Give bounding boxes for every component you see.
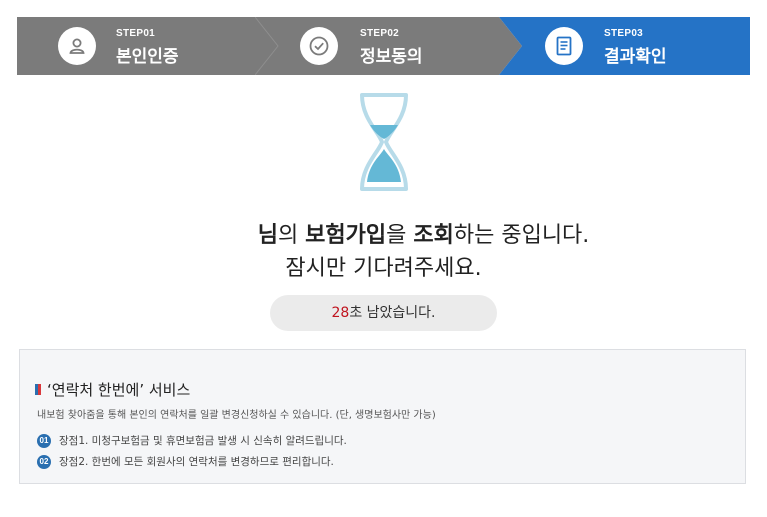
notice-item-text: 장점1. 미청구보험금 및 휴면보험금 발생 시 신속히 알려드립니다. [59,435,347,447]
timer-text: 초 남았습니다. [349,305,436,321]
document-icon [545,27,583,65]
status-keyword-2: 조회 [413,223,454,248]
user-name-suffix: 님 [257,223,278,248]
step-2-number: STEP02 [360,28,400,39]
status-message: 님의 보험가입을 조회하는 중입니다. [0,217,767,249]
step-1: STEP01 본인인증 [17,17,278,75]
hourglass-icon [360,93,408,191]
step-2-title: 정보동의 [360,47,423,67]
number-badge: 02 [37,454,51,469]
step-3-title: 결과확인 [604,47,667,67]
notice-item-text: 장점2. 한번에 모든 회원사의 연락처를 변경하므로 편리합니다. [59,456,334,468]
notice-title: ‘연락처 한번에’ 서비스 [47,381,191,399]
step-progress-bar: STEP01 본인인증 STEP02 정보동의 STEP03 결과확인 [17,17,750,75]
flag-icon [35,384,41,395]
step-3-number: STEP03 [604,28,644,39]
user-icon [58,27,96,65]
step-3: STEP03 결과확인 [499,17,750,75]
status-text-2: 을 [386,223,414,248]
step-2: STEP02 정보동의 [255,17,522,75]
status-text-1: 의 [277,223,306,248]
step-1-title: 본인인증 [116,47,179,67]
service-notice-box: ‘연락처 한번에’ 서비스 내보험 찾아줌을 통해 본인의 연락처를 일괄 변경… [19,349,746,484]
check-circle-icon [300,27,338,65]
countdown-timer: 28초 남았습니다. [270,295,497,331]
status-keyword-1: 보험가입 [305,223,387,248]
notice-item: 02 장점2. 한번에 모든 회원사의 연락처를 변경하므로 편리합니다. [37,454,334,469]
number-badge: 01 [37,433,51,448]
notice-item: 01 장점1. 미청구보험금 및 휴면보험금 발생 시 신속히 알려드립니다. [37,433,347,448]
wait-message-text: 잠시만 기다려주세요. [285,256,482,281]
timer-seconds: 28 [331,305,350,321]
notice-description: 내보험 찾아줌을 통해 본인의 연락처를 일괄 변경신청하실 수 있습니다. (… [37,410,436,421]
wait-message: 잠시만 기다려주세요. [0,250,767,282]
status-text-3: 하는 중입니다. [453,223,590,248]
step-1-number: STEP01 [116,28,156,39]
